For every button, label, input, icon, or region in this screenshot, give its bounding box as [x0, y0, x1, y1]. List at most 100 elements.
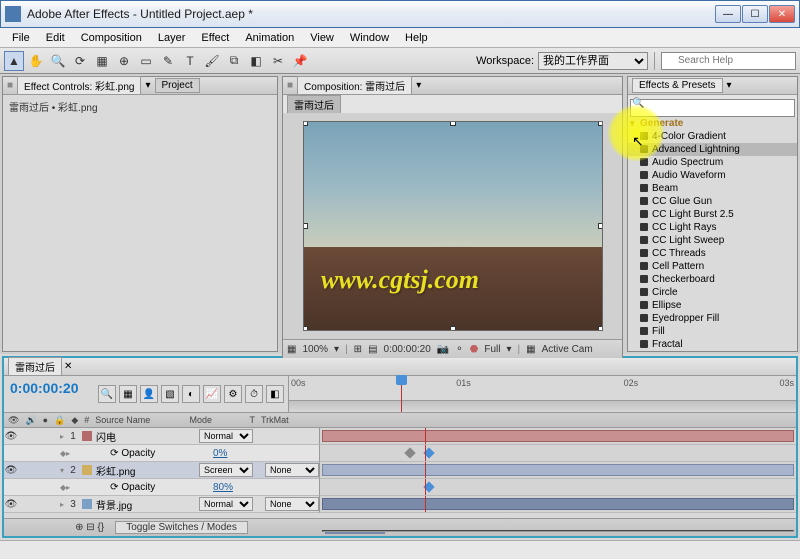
effect-advanced-lightning[interactable]: Advanced Lightning — [628, 143, 797, 156]
anchor-tool-icon[interactable]: ⊕ — [114, 51, 134, 71]
project-panel-header: ■ Effect Controls: 彩虹.png ▾ Project — [3, 77, 277, 95]
tool-bar: ▲ ✋ 🔍 ⟳ ▦ ⊕ ▭ ✎ T 🖌 ⧉ ◧ ✂ 📌 Workspace: 我… — [0, 48, 800, 74]
tl-search-icon[interactable]: 🔍 — [98, 385, 116, 403]
effects-category-generate[interactable]: Generate — [628, 117, 797, 130]
effect-cc-light-sweep[interactable]: CC Light Sweep — [628, 234, 797, 247]
effect-cell-pattern[interactable]: Cell Pattern — [628, 260, 797, 273]
effect-eyedropper-fill[interactable]: Eyedropper Fill — [628, 312, 797, 325]
effect-beam[interactable]: Beam — [628, 182, 797, 195]
zoom-tool-icon[interactable]: 🔍 — [48, 51, 68, 71]
time-display[interactable]: 0:00:00:20 — [384, 344, 431, 355]
mode-select[interactable]: Normal — [199, 497, 253, 511]
clone-tool-icon[interactable]: ⧉ — [224, 51, 244, 71]
brush-tool-icon[interactable]: 🖌 — [202, 51, 222, 71]
layer-row-3[interactable]: 👁▸ 3 背景.jpg Normal None — [4, 496, 319, 513]
tl-graph-icon[interactable]: 📈 — [203, 385, 221, 403]
menu-layer[interactable]: Layer — [150, 30, 194, 46]
tl-shy-icon[interactable]: 👤 — [140, 385, 158, 403]
quality-select[interactable]: Full — [484, 344, 500, 355]
effect-controls-tab[interactable]: Effect Controls: 彩虹.png — [17, 76, 141, 95]
comp-canvas — [303, 121, 603, 331]
help-search-input[interactable] — [661, 52, 796, 70]
selection-tool-icon[interactable]: ▲ — [4, 51, 24, 71]
effect-fill[interactable]: Fill — [628, 325, 797, 338]
pen-tool-icon[interactable]: ✎ — [158, 51, 178, 71]
text-tool-icon[interactable]: T — [180, 51, 200, 71]
effects-list: Generate 4-Color Gradient Advanced Light… — [628, 117, 797, 351]
layer-color-icon — [82, 499, 92, 509]
menu-composition[interactable]: Composition — [73, 30, 150, 46]
status-bar — [0, 540, 800, 559]
puppet-tool-icon[interactable]: 📌 — [290, 51, 310, 71]
layer-1-opacity[interactable]: ◆▸ ⟳ Opacity 0% — [4, 445, 319, 462]
tl-autokey-icon[interactable]: ⏱ — [245, 385, 263, 403]
workspace-label: Workspace: — [476, 55, 534, 67]
timeline-panel: 雷雨过后✕ 0:00:00:20 🔍 ▦ 👤 ▧ ◐ 📈 ⚙ ⏱ ◧ 00s 0… — [2, 356, 798, 538]
trkmat-select[interactable]: None — [265, 497, 319, 511]
menu-bar: File Edit Composition Layer Effect Anima… — [0, 28, 800, 48]
effect-controls-target: 雷雨过后 • 彩虹.png — [3, 95, 277, 118]
timeline-columns: 👁🔊●🔒 ◆ # Source Name Mode T TrkMat — [4, 412, 796, 428]
effect-cc-light-rays[interactable]: CC Light Rays — [628, 221, 797, 234]
effects-search-input[interactable] — [630, 99, 795, 117]
effect-checkerboard[interactable]: Checkerboard — [628, 273, 797, 286]
minimize-button[interactable]: ― — [715, 5, 741, 23]
tl-brainstorm-icon[interactable]: ⚙ — [224, 385, 242, 403]
effect-4color[interactable]: 4-Color Gradient — [628, 130, 797, 143]
camera-tool-icon[interactable]: ▦ — [92, 51, 112, 71]
workspace: ■ Effect Controls: 彩虹.png ▾ Project 雷雨过后… — [0, 74, 800, 354]
effect-cc-light-burst[interactable]: CC Light Burst 2.5 — [628, 208, 797, 221]
effects-panel-header: Effects & Presets ▾ — [628, 77, 797, 95]
menu-file[interactable]: File — [4, 30, 38, 46]
mode-select[interactable]: Normal — [199, 429, 253, 443]
effect-ellipse[interactable]: Ellipse — [628, 299, 797, 312]
eraser-tool-icon[interactable]: ◧ — [246, 51, 266, 71]
layer-row-2[interactable]: 👁▾ 2 彩虹.png Screen None — [4, 462, 319, 479]
close-button[interactable]: ✕ — [769, 5, 795, 23]
effect-cc-threads[interactable]: CC Threads — [628, 247, 797, 260]
menu-view[interactable]: View — [302, 30, 342, 46]
tl-motion-blur-icon[interactable]: ◐ — [182, 385, 200, 403]
layer-row-1[interactable]: 👁▸ 1 闪电 Normal — [4, 428, 319, 445]
maximize-button[interactable]: ☐ — [742, 5, 768, 23]
view-select[interactable]: Active Cam — [542, 344, 593, 355]
effect-cc-glue-gun[interactable]: CC Glue Gun — [628, 195, 797, 208]
menu-window[interactable]: Window — [342, 30, 397, 46]
menu-help[interactable]: Help — [397, 30, 436, 46]
effects-presets-tab[interactable]: Effects & Presets — [632, 78, 723, 93]
comp-chip[interactable]: 雷雨过后 — [287, 95, 341, 114]
effect-audio-spectrum[interactable]: Audio Spectrum — [628, 156, 797, 169]
menu-effect[interactable]: Effect — [193, 30, 237, 46]
effect-fractal[interactable]: Fractal — [628, 338, 797, 351]
composition-tab[interactable]: Composition: 雷雨过后 — [297, 76, 412, 95]
trkmat-select[interactable]: None — [265, 463, 319, 477]
roto-tool-icon[interactable]: ✂ — [268, 51, 288, 71]
effect-circle[interactable]: Circle — [628, 286, 797, 299]
layer-2-opacity[interactable]: ◆▸ ⟳ Opacity 80% — [4, 479, 319, 496]
timeline-ruler[interactable]: 00s 01s 02s 03s — [288, 376, 796, 412]
menu-animation[interactable]: Animation — [237, 30, 302, 46]
hand-tool-icon[interactable]: ✋ — [26, 51, 46, 71]
app-icon — [5, 6, 21, 22]
composition-viewer[interactable] — [283, 113, 622, 339]
zoom-value[interactable]: 100% — [302, 344, 328, 355]
project-tab[interactable]: Project — [155, 78, 200, 93]
current-time-indicator[interactable] — [401, 376, 402, 412]
rotate-tool-icon[interactable]: ⟳ — [70, 51, 90, 71]
comp-footer: ▦ 100%▾ | ⊞▤ 0:00:00:20 📷⚬ ⬣ Full▾ | ▦ A… — [283, 339, 622, 359]
toggle-switches-button[interactable]: Toggle Switches / Modes — [115, 521, 248, 534]
comp-panel-header: ■ Composition: 雷雨过后 ▾ — [283, 77, 622, 95]
current-time[interactable]: 0:00:00:20 — [4, 376, 94, 412]
workspace-select[interactable]: 我的工作界面 — [538, 52, 648, 70]
timeline-scrollbar[interactable] — [322, 530, 794, 532]
timeline-tab[interactable]: 雷雨过后 — [8, 357, 62, 376]
effect-audio-waveform[interactable]: Audio Waveform — [628, 169, 797, 182]
layer-color-icon — [82, 431, 92, 441]
tl-frame-blend-icon[interactable]: ▧ — [161, 385, 179, 403]
mode-select[interactable]: Screen — [199, 463, 253, 477]
rect-tool-icon[interactable]: ▭ — [136, 51, 156, 71]
window-title: Adobe After Effects - Untitled Project.a… — [27, 7, 715, 21]
menu-edit[interactable]: Edit — [38, 30, 73, 46]
tl-ease-icon[interactable]: ◧ — [266, 385, 284, 403]
tl-comp-icon[interactable]: ▦ — [119, 385, 137, 403]
